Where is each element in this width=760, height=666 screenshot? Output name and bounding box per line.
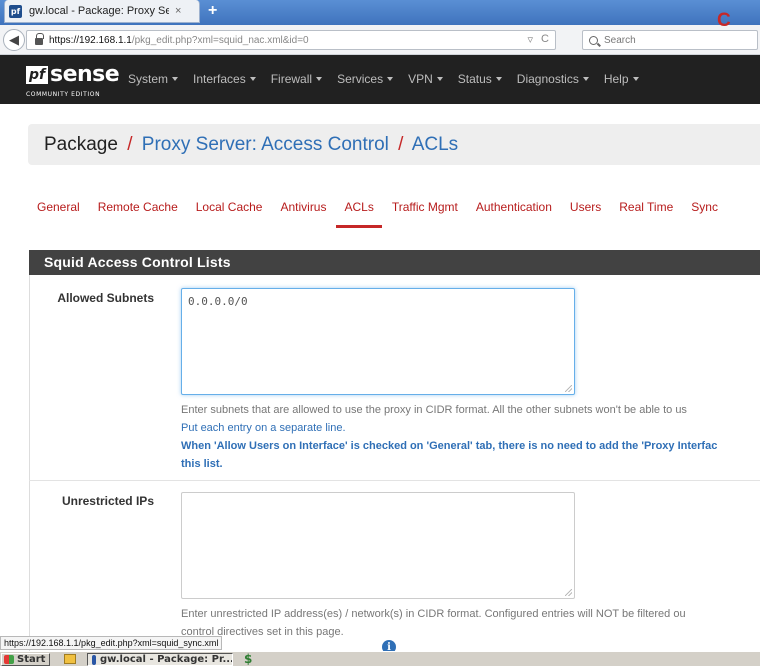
new-tab-button[interactable]: + <box>208 2 217 20</box>
resize-grip-icon[interactable] <box>565 589 572 596</box>
url-path: /pkg_edit.php?xml=squid_nac.xml&id=0 <box>131 34 309 46</box>
url-dropdown-icon[interactable]: ▿ <box>528 33 534 46</box>
tab-local-cache[interactable]: Local Cache <box>196 200 263 214</box>
start-button[interactable]: Start <box>1 653 51 666</box>
start-label: Start <box>17 654 46 665</box>
browser-tab[interactable]: pf gw.local - Package: Proxy Ser... × <box>4 0 200 23</box>
browser-toolbar: ◀ https://192.168.1.1/pkg_edit.php?xml=s… <box>0 25 760 55</box>
caret-down-icon <box>436 77 443 81</box>
menu-label: Diagnostics <box>516 72 579 86</box>
resize-grip-icon[interactable] <box>565 385 572 392</box>
help-line: Enter subnets that are allowed to use th… <box>181 404 687 416</box>
menu-label: Services <box>337 72 384 86</box>
menu-label: VPN <box>408 72 433 86</box>
reload-icon[interactable]: C <box>541 33 549 46</box>
breadcrumb-acls[interactable]: ACLs <box>412 134 458 155</box>
help-line: this list. <box>181 458 223 470</box>
search-input[interactable]: Search <box>582 30 758 50</box>
back-button[interactable]: ◀ <box>3 29 25 51</box>
allowed-subnets-textarea[interactable]: 0.0.0.0/0 <box>181 288 575 395</box>
unrestricted-ips-label: Unrestricted IPs <box>61 494 154 508</box>
tab-acls[interactable]: ACLs <box>336 200 383 228</box>
breadcrumb-proxy-access-control[interactable]: Proxy Server: Access Control <box>142 134 389 155</box>
unrestricted-ips-help: Enter unrestricted IP address(es) / netw… <box>181 605 686 641</box>
menu-diagnostics[interactable]: Diagnostics <box>517 72 589 86</box>
tab-real-time[interactable]: Real Time <box>619 200 673 214</box>
pfsense-favicon-icon: pf <box>9 4 22 18</box>
menu-help[interactable]: Help <box>604 72 639 86</box>
package-tabs: General Remote Cache Local Cache Antivir… <box>37 200 736 228</box>
help-line: Enter unrestricted IP address(es) / netw… <box>181 608 686 620</box>
caret-down-icon <box>632 77 639 81</box>
menu-firewall[interactable]: Firewall <box>270 72 323 86</box>
unrestricted-ips-textarea[interactable] <box>181 492 575 599</box>
caret-down-icon <box>387 77 394 81</box>
browser-tab-bar: pf gw.local - Package: Proxy Ser... × + <box>0 0 760 25</box>
breadcrumb-panel: Package / Proxy Server: Access Control /… <box>28 124 760 165</box>
taskbar-window-title: gw.local - Package: Pr... <box>100 654 233 665</box>
allowed-subnets-label: Allowed Subnets <box>57 291 154 305</box>
windows-logo-icon <box>4 655 14 664</box>
menu-label: System <box>128 72 169 86</box>
logo-edition: COMMUNITY EDITION <box>26 91 101 98</box>
breadcrumb: Package / Proxy Server: Access Control /… <box>44 134 458 156</box>
menu-interfaces[interactable]: Interfaces <box>193 72 256 86</box>
lock-icon <box>35 32 44 45</box>
search-icon <box>589 35 598 45</box>
menu-label: Firewall <box>270 72 313 86</box>
main-menu: System Interfaces Firewall Services VPN … <box>128 72 654 86</box>
tab-authentication[interactable]: Authentication <box>476 200 552 214</box>
menu-label: Interfaces <box>193 72 246 86</box>
caret-down-icon <box>495 77 502 81</box>
tab-general[interactable]: General <box>37 200 80 214</box>
url-host: https://192.168.1.1 <box>49 34 132 46</box>
allowed-subnets-help: Enter subnets that are allowed to use th… <box>181 401 717 473</box>
caret-down-icon <box>172 77 179 81</box>
tab-sync[interactable]: Sync <box>691 200 718 214</box>
caret-down-icon <box>316 77 323 81</box>
help-line: When 'Allow Users on Interface' is check… <box>181 440 718 452</box>
back-arrow-icon: ◀ <box>9 32 19 47</box>
search-placeholder: Search <box>604 34 636 46</box>
firefox-icon <box>92 654 96 665</box>
breadcrumb-right-icon[interactable]: C <box>717 10 731 32</box>
breadcrumb-separator: / <box>127 134 133 155</box>
breadcrumb-separator: / <box>398 134 404 155</box>
panel-title: Squid Access Control Lists <box>29 250 760 275</box>
menu-services[interactable]: Services <box>337 72 394 86</box>
menu-vpn[interactable]: VPN <box>408 72 443 86</box>
help-line: Put each entry on a separate line. <box>181 422 346 434</box>
tab-title: gw.local - Package: Proxy Ser... <box>29 5 169 17</box>
pfsense-navbar: pf sense COMMUNITY EDITION System Interf… <box>0 55 760 104</box>
close-tab-icon[interactable]: × <box>175 5 181 17</box>
status-link-preview: https://192.168.1.1/pkg_edit.php?xml=squ… <box>0 636 223 650</box>
pfsense-logo[interactable]: pf sense <box>26 62 120 87</box>
menu-system[interactable]: System <box>128 72 179 86</box>
address-bar[interactable]: https://192.168.1.1/pkg_edit.php?xml=squ… <box>26 30 556 50</box>
tab-antivirus[interactable]: Antivirus <box>280 200 326 214</box>
menu-label: Status <box>457 72 492 86</box>
caret-down-icon <box>582 77 589 81</box>
tray-dollar-icon[interactable]: $ <box>244 652 252 666</box>
tab-remote-cache[interactable]: Remote Cache <box>98 200 178 214</box>
logo-pf-box: pf <box>26 66 48 84</box>
breadcrumb-root: Package <box>44 134 118 155</box>
tab-traffic-mgmt[interactable]: Traffic Mgmt <box>392 200 458 214</box>
taskbar: Start gw.local - Package: Pr... $ <box>0 651 760 666</box>
tab-users[interactable]: Users <box>570 200 601 214</box>
menu-status[interactable]: Status <box>458 72 502 86</box>
logo-word: sense <box>50 62 120 87</box>
help-line: control directives set in this page. <box>181 626 344 638</box>
url-actions: ▿ C <box>528 33 549 46</box>
caret-down-icon <box>249 77 256 81</box>
taskbar-window-button[interactable]: gw.local - Package: Pr... <box>87 653 233 666</box>
allowed-subnets-value: 0.0.0.0/0 <box>188 295 248 308</box>
menu-label: Help <box>603 72 629 86</box>
row-divider <box>29 480 760 481</box>
folder-icon[interactable] <box>64 654 76 664</box>
